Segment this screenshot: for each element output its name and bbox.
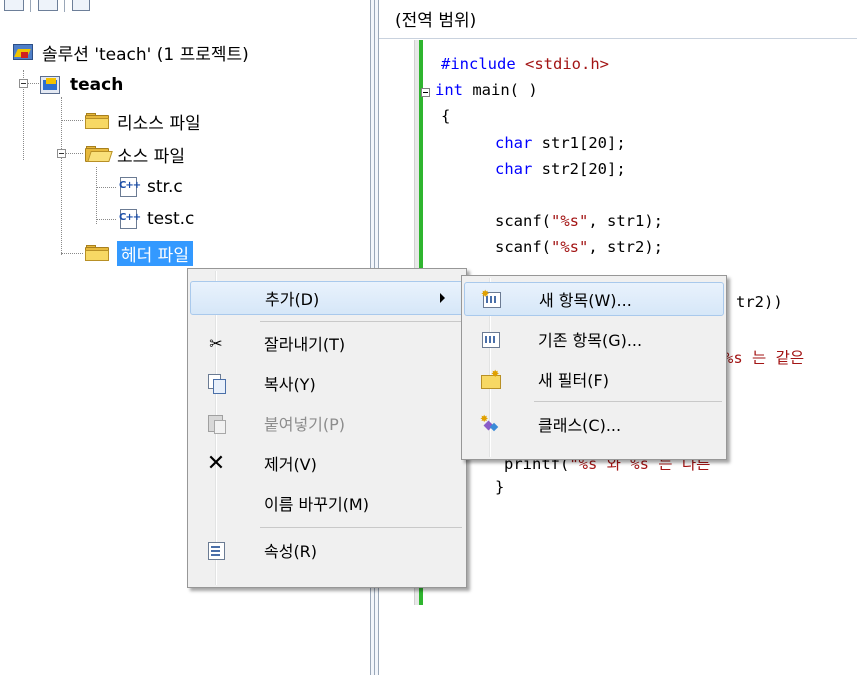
menu-item-rename[interactable]: 이름 바꾸기(M) xyxy=(190,486,464,520)
project-icon xyxy=(40,75,62,95)
menu-item-cut[interactable]: ✂ 잘라내기(T) xyxy=(190,326,464,360)
open-folder-icon xyxy=(85,146,113,162)
paste-icon xyxy=(206,413,226,434)
tree-item-source-files[interactable]: 소스 파일 xyxy=(85,139,185,169)
show-all-files-icon[interactable] xyxy=(38,0,58,11)
project-node[interactable]: teach xyxy=(40,70,123,100)
project-expander[interactable] xyxy=(19,79,28,88)
copy-icon xyxy=(206,373,226,394)
submenu-item-existing-item[interactable]: 기존 항목(G)... xyxy=(464,322,724,356)
menu-item-add[interactable]: 추가(D) xyxy=(190,281,464,315)
class-icon: ✸ xyxy=(480,414,500,434)
tree-item-label: 리소스 파일 xyxy=(117,113,201,134)
code-line: scanf("%s", str1); xyxy=(495,212,663,230)
tree-item-label-selected: 헤더 파일 xyxy=(117,240,193,266)
context-menu: 추가(D) ✂ 잘라내기(T) 복사(Y) 붙여넣기(P) ✕ 제거(V) 이름… xyxy=(187,268,467,588)
code-line: int main( ) xyxy=(435,81,538,99)
code-line: char str2[20]; xyxy=(495,160,626,178)
collapse-icon[interactable] xyxy=(421,88,430,97)
menu-item-remove[interactable]: ✕ 제거(V) xyxy=(190,446,464,480)
tree-item-label: test.c xyxy=(147,209,195,229)
solution-label: 솔루션 'teach' (1 프로젝트) xyxy=(42,44,249,65)
project-label: teach xyxy=(70,75,124,95)
new-item-icon: ✸ xyxy=(481,289,501,309)
code-line: scanf("%s", str2); xyxy=(495,238,663,256)
delete-x-icon: ✕ xyxy=(206,450,226,476)
c-file-icon: C++ xyxy=(119,177,141,197)
tree-item-str-c[interactable]: C++ str.c xyxy=(119,172,183,202)
code-line: %s 는 같은 xyxy=(724,349,805,367)
solution-node[interactable]: 솔루션 'teach' (1 프로젝트) xyxy=(12,37,249,67)
properties-toolbar-icon[interactable] xyxy=(4,0,24,11)
code-line: } xyxy=(495,478,505,496)
solution-icon xyxy=(12,43,34,61)
code-line: #include <stdio.h> xyxy=(441,55,609,73)
code-line: tr2)) xyxy=(736,293,783,311)
submenu-item-new-item[interactable]: ✸ 새 항목(W)... xyxy=(464,282,724,316)
tree-item-header-files[interactable]: 헤더 파일 xyxy=(85,238,193,268)
existing-item-icon xyxy=(480,329,500,349)
scissors-icon: ✂ xyxy=(209,333,223,353)
menu-item-copy[interactable]: 복사(Y) xyxy=(190,366,464,400)
tree-item-label: str.c xyxy=(147,177,183,197)
submenu-item-class[interactable]: ✸ 클래스(C)... xyxy=(464,407,724,441)
menu-item-paste[interactable]: 붙여넣기(P) xyxy=(190,406,464,440)
refresh-icon[interactable] xyxy=(72,0,90,11)
c-file-icon: C++ xyxy=(119,209,141,229)
scope-dropdown[interactable]: (전역 범위) xyxy=(395,6,476,31)
submenu-arrow-icon xyxy=(440,293,445,303)
folder-icon xyxy=(85,113,109,129)
properties-icon xyxy=(206,540,226,560)
add-submenu: ✸ 새 항목(W)... 기존 항목(G)... ✸ 새 필터(F) ✸ 클래스… xyxy=(461,275,727,460)
tree-item-label: 소스 파일 xyxy=(117,146,185,167)
source-folder-expander[interactable] xyxy=(57,149,66,158)
folder-icon xyxy=(85,245,109,261)
code-line: char str1[20]; xyxy=(495,134,626,152)
submenu-item-new-filter[interactable]: ✸ 새 필터(F) xyxy=(464,362,724,396)
explorer-toolbar xyxy=(0,0,370,14)
tree-item-resource-files[interactable]: 리소스 파일 xyxy=(85,106,201,136)
tree-item-test-c[interactable]: C++ test.c xyxy=(119,204,194,234)
code-line: { xyxy=(441,107,451,125)
new-filter-icon: ✸ xyxy=(480,369,501,389)
menu-item-properties[interactable]: 속성(R) xyxy=(190,533,464,567)
